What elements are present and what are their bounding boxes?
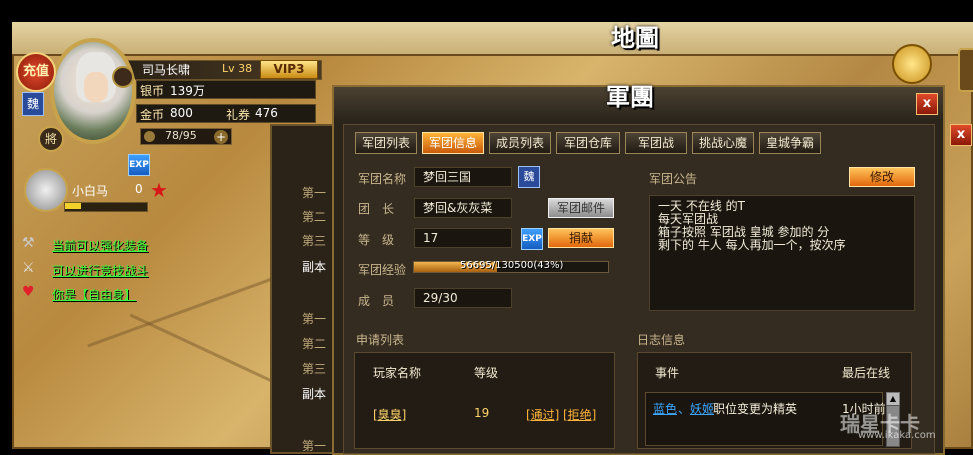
- back-list-item: 第三: [302, 362, 327, 376]
- star-icon[interactable]: ★: [150, 178, 168, 202]
- back-list-item: 副本: [302, 387, 327, 401]
- back-list-item: 第二: [302, 337, 327, 351]
- col-last-online: 最后在线: [842, 366, 891, 380]
- members-field: 29/30: [414, 288, 512, 308]
- leader-label: 团 长: [358, 202, 395, 216]
- log-title: 日志信息: [637, 333, 686, 347]
- log-player-link[interactable]: 妖姬: [690, 400, 714, 417]
- rank-badge[interactable]: 將: [38, 126, 64, 152]
- heart-icon: ♥: [22, 284, 35, 300]
- daily-icon[interactable]: [958, 48, 973, 92]
- notice-line: 剩下的 牛人 每人再加一个，按次序: [658, 238, 846, 252]
- back-list-item: 第一: [302, 439, 327, 453]
- gold-value: 800: [170, 106, 193, 120]
- gear-icon[interactable]: [112, 66, 134, 88]
- log-separator: 、: [678, 402, 691, 416]
- notice-textarea[interactable]: 一天 不在线 的T 每天军团战 箱子按照 军团战 皇城 参加的 分 剩下的 牛人…: [649, 195, 915, 311]
- recharge-button[interactable]: 充值: [16, 52, 56, 92]
- anvil-icon: ⚒: [22, 235, 35, 251]
- tab-challenge-demon[interactable]: 挑战心魔: [692, 132, 754, 154]
- members-label: 成 员: [358, 294, 395, 308]
- applicant-level: 19: [474, 406, 490, 420]
- notice-label: 军团公告: [649, 172, 698, 186]
- gold-coin-icon[interactable]: [892, 44, 932, 84]
- tab-legion-info[interactable]: 军团信息: [422, 132, 484, 154]
- legion-name-label: 军团名称: [358, 172, 407, 186]
- mount-name: 小白马: [72, 184, 109, 198]
- legion-mail-button[interactable]: 军团邮件: [548, 198, 614, 218]
- close-icon[interactable]: x: [950, 124, 972, 146]
- back-list-item: 第三: [302, 234, 327, 248]
- tab-capital-battle[interactable]: 皇城争霸: [759, 132, 821, 154]
- back-list-item: 第一: [302, 312, 327, 326]
- mount-count: 0: [135, 182, 143, 196]
- legion-exp-text: 56695/130500(43%): [460, 260, 564, 271]
- quest-link-enhance[interactable]: 当前可以强化装备: [52, 237, 148, 254]
- col-player-name: 玩家名称: [373, 366, 422, 380]
- tab-member-list[interactable]: 成员列表: [489, 132, 551, 154]
- energy-value: 78/95: [165, 129, 197, 142]
- player-level: Lv 38: [222, 62, 253, 75]
- close-icon[interactable]: x: [916, 93, 938, 115]
- scroll-up-button[interactable]: ▲: [886, 392, 900, 406]
- coupon-value: 476: [255, 106, 278, 120]
- dialog-title: 軍團: [606, 83, 654, 111]
- level-field: 17: [414, 228, 512, 248]
- applications-title: 申请列表: [356, 333, 405, 347]
- map-title-bar: [12, 22, 973, 56]
- col-event: 事件: [655, 366, 680, 380]
- applicant-name[interactable]: [臭臭]: [373, 406, 406, 423]
- map-title: 地圖: [611, 24, 659, 52]
- tab-legion-warehouse[interactable]: 军团仓库: [556, 132, 620, 154]
- back-list-item: 第二: [302, 210, 327, 224]
- back-list-item: 副本: [302, 260, 327, 274]
- tab-legion-war[interactable]: 军团战: [625, 132, 687, 154]
- edit-notice-button[interactable]: 修改: [849, 167, 915, 187]
- log-player-link[interactable]: 蓝色: [653, 400, 677, 417]
- exp-icon[interactable]: EXP: [128, 154, 150, 176]
- tab-legion-list[interactable]: 军团列表: [355, 132, 417, 154]
- reject-link[interactable]: [拒绝]: [563, 406, 596, 423]
- silver-value: 139万: [170, 84, 205, 98]
- col-level: 等级: [474, 366, 499, 380]
- mount-avatar[interactable]: [24, 168, 68, 212]
- donate-button[interactable]: 捐献: [548, 228, 614, 248]
- vip-badge[interactable]: VIP3: [260, 60, 318, 79]
- faction-badge: 魏: [518, 166, 540, 188]
- quest-link-arena[interactable]: 可以进行竞技战斗: [52, 262, 148, 279]
- log-event-text: 职位变更为精英: [713, 402, 798, 416]
- player-name: 司马长啸: [142, 63, 191, 77]
- gold-label: 金币: [140, 108, 165, 122]
- swords-icon: ⚔: [22, 260, 35, 276]
- avatar-face: [84, 72, 108, 102]
- exp-icon: EXP: [521, 228, 543, 250]
- approve-link[interactable]: [通过]: [526, 406, 559, 423]
- back-list-item: 第一: [302, 186, 327, 200]
- coupon-label: 礼券: [226, 108, 251, 122]
- exp-label: 军团经验: [358, 263, 407, 277]
- faction-badge: 魏: [22, 92, 44, 116]
- energy-icon: [144, 131, 155, 142]
- silver-label: 银币: [140, 84, 165, 98]
- mount-progress-fill: [65, 203, 81, 209]
- energy-plus-button[interactable]: +: [214, 130, 228, 144]
- leader-field: 梦回&灰灰菜: [414, 198, 512, 218]
- quest-link-status[interactable]: 你是【自由身】: [52, 286, 136, 303]
- watermark-url: www.ikaka.com: [858, 430, 936, 441]
- level-label: 等 级: [358, 233, 395, 247]
- player-avatar[interactable]: [50, 38, 136, 144]
- legion-name-field: 梦回三国: [414, 167, 512, 187]
